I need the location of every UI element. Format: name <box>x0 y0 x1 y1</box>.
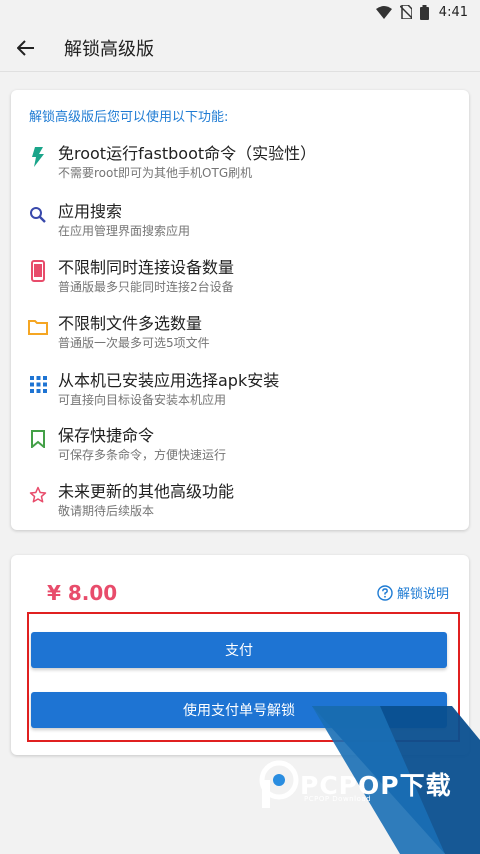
features-card: 解锁高级版后您可以使用以下功能: 免root运行fastboot命令（实验性） … <box>11 90 469 530</box>
feature-subtitle: 在应用管理界面搜索应用 <box>58 224 191 238</box>
feature-title: 应用搜索 <box>58 202 123 221</box>
page-title: 解锁高级版 <box>64 39 154 60</box>
price-label: ¥ 8.00 <box>47 581 118 605</box>
feature-subtitle: 可直接向目标设备安装本机应用 <box>58 393 227 407</box>
unlock-help-link[interactable]: 解锁说明 <box>377 583 449 602</box>
star-icon <box>27 484 49 506</box>
feature-title: 保存快捷命令 <box>58 426 155 445</box>
unlock-help-label: 解锁说明 <box>396 587 449 602</box>
help-circle-icon <box>377 584 393 601</box>
status-bar: 4:41 <box>0 0 480 24</box>
feature-title: 不限制文件多选数量 <box>58 314 203 333</box>
battery-icon <box>419 4 429 20</box>
arrow-back-icon <box>17 40 34 56</box>
feature-app-search: 应用搜索 在应用管理界面搜索应用 <box>27 198 457 242</box>
grid-apps-icon <box>27 373 49 395</box>
search-icon <box>27 204 49 226</box>
feature-subtitle: 普通版一次最多可选5项文件 <box>58 336 210 350</box>
back-button[interactable] <box>2 24 50 72</box>
feature-fastboot: 免root运行fastboot命令（实验性） 不需要root即可为其他手机OTG… <box>27 140 457 184</box>
feature-title: 不限制同时连接设备数量 <box>58 258 235 277</box>
wifi-icon <box>375 5 392 19</box>
bookmark-icon <box>27 428 49 450</box>
feature-title: 从本机已安装应用选择apk安装 <box>58 371 280 390</box>
feature-subtitle: 普通版最多只能同时连接2台设备 <box>58 280 234 294</box>
feature-subtitle: 可保存多条命令，方便快速运行 <box>58 448 227 462</box>
feature-unlimited-files: 不限制文件多选数量 普通版一次最多可选5项文件 <box>27 310 457 354</box>
feature-title: 未来更新的其他高级功能 <box>58 482 235 501</box>
feature-install-local-apk: 从本机已安装应用选择apk安装 可直接向目标设备安装本机应用 <box>27 367 457 411</box>
feature-title: 免root运行fastboot命令（实验性） <box>58 144 317 163</box>
status-time: 4:41 <box>438 4 468 20</box>
watermark-subtitle: PCPOP Download <box>304 795 372 803</box>
feature-unlimited-devices: 不限制同时连接设备数量 普通版最多只能同时连接2台设备 <box>27 254 457 298</box>
app-bar-divider <box>0 71 480 72</box>
feature-subtitle: 敬请期待后续版本 <box>58 504 155 518</box>
watermark-brand: PCPOP下载 <box>300 771 452 800</box>
app-bar: 解锁高级版 <box>0 24 480 72</box>
folder-icon <box>27 316 49 338</box>
phone-icon <box>27 260 49 282</box>
feature-save-commands: 保存快捷命令 可保存多条命令，方便快速运行 <box>27 422 457 466</box>
features-intro: 解锁高级版后您可以使用以下功能: <box>29 110 229 125</box>
unlock-by-order-button[interactable]: 使用支付单号解锁 <box>31 692 447 728</box>
lightning-icon <box>27 146 49 168</box>
pay-button[interactable]: 支付 <box>31 632 447 668</box>
pcpop-logo-icon <box>259 760 299 808</box>
no-sim-icon <box>399 5 412 19</box>
feature-future-features: 未来更新的其他高级功能 敬请期待后续版本 <box>27 478 457 522</box>
feature-subtitle: 不需要root即可为其他手机OTG刷机 <box>58 166 253 180</box>
purchase-card: ¥ 8.00 解锁说明 支付 使用支付单号解锁 <box>11 555 469 755</box>
